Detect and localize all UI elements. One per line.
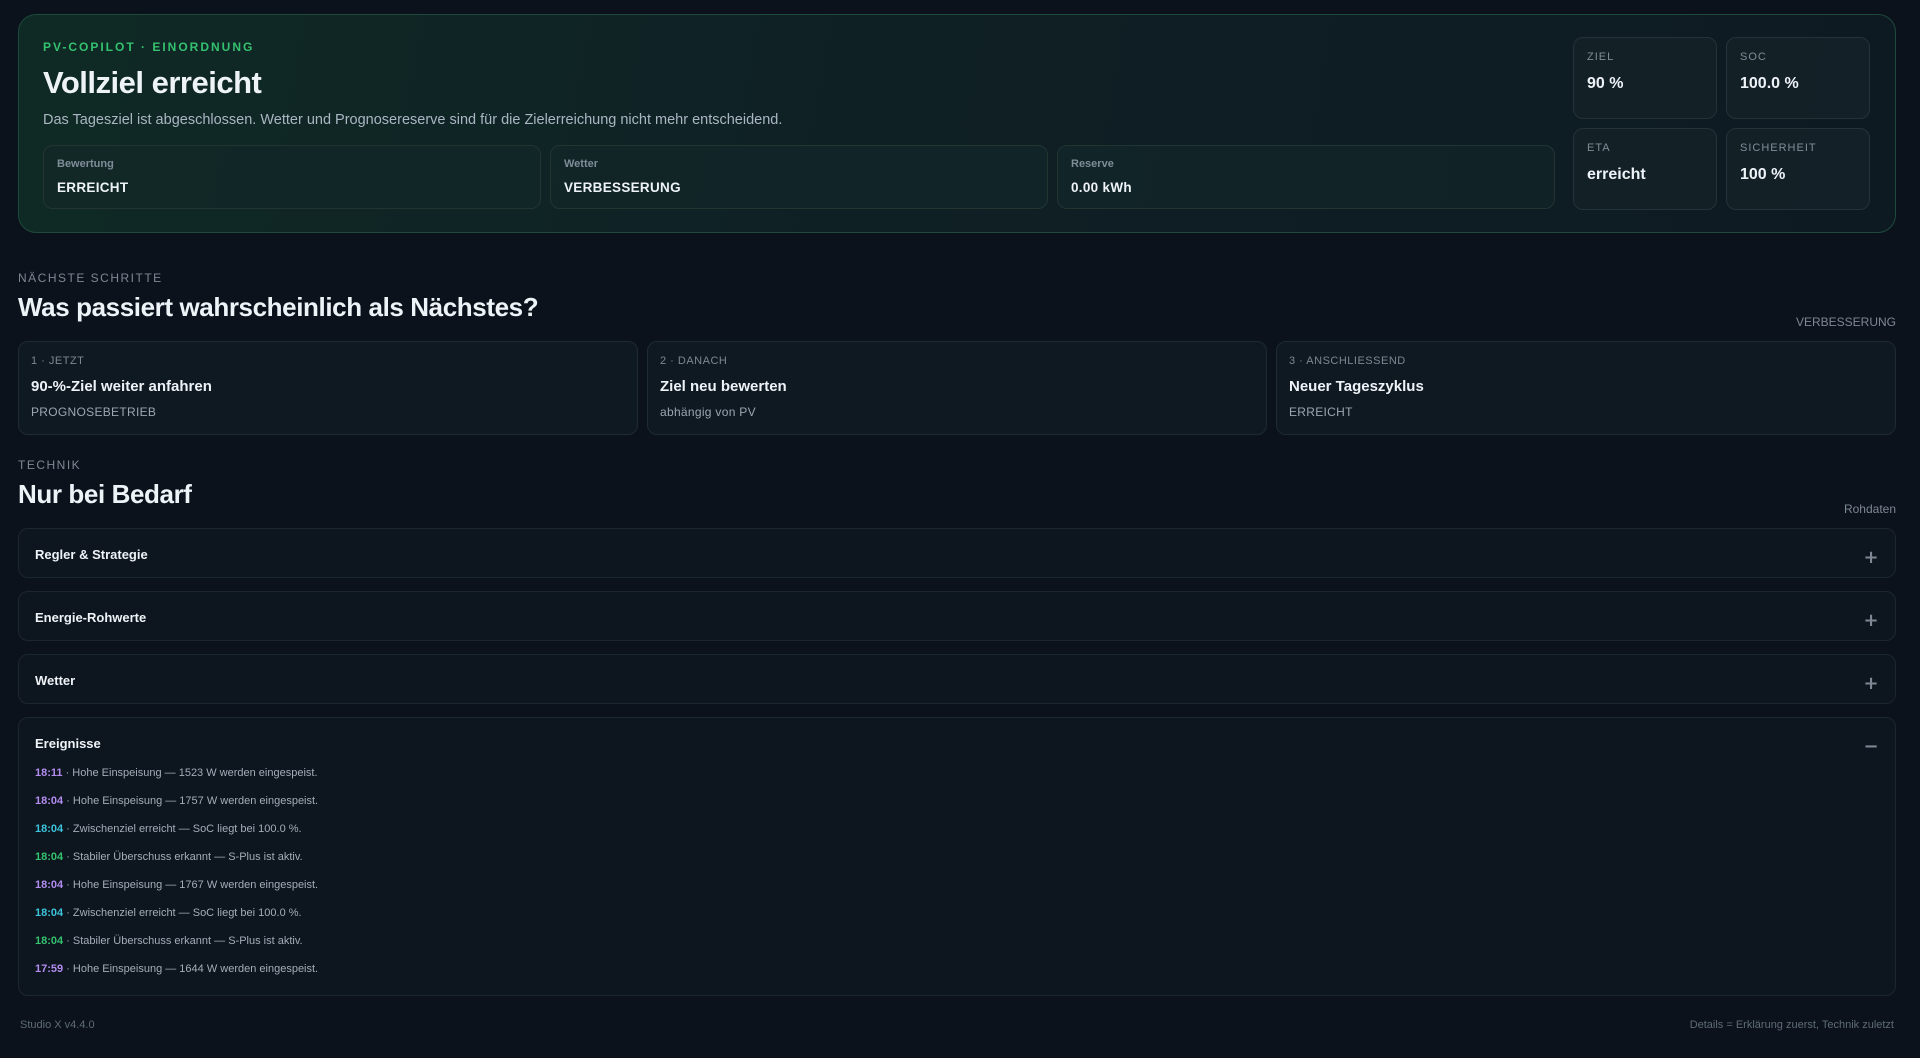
event-time: 17:59 xyxy=(35,963,64,975)
section-title: Nur bei Bedarf xyxy=(18,479,192,509)
event-item: 18:04 · Zwischenziel erreicht — SoC lieg… xyxy=(35,822,318,850)
step-label: 3 · ANSCHLIESSEND xyxy=(1289,355,1406,367)
event-time: 18:04 xyxy=(35,879,64,891)
stat-value: 100 % xyxy=(1740,166,1786,183)
stat-sicherheit: SICHERHEIT 100 % xyxy=(1726,128,1870,210)
accordion-title: Energie-Rohwerte xyxy=(35,610,147,625)
event-text: · Zwischenziel erreicht — SoC liegt bei … xyxy=(63,823,302,835)
stat-ziel: ZIEL 90 % xyxy=(1573,37,1717,119)
stat-label: ZIEL xyxy=(1587,51,1615,63)
event-text: · Hohe Einspeisung — 1767 W werden einge… xyxy=(63,879,319,891)
event-item: 18:04 · Hohe Einspeisung — 1767 W werden… xyxy=(35,878,318,906)
hero-title: Vollziel erreicht xyxy=(43,65,262,100)
event-item: 18:11 · Hohe Einspeisung — 1523 W werden… xyxy=(35,766,318,794)
metric-value: VERBESSERUNG xyxy=(564,180,681,195)
event-item: 18:04 · Stabiler Überschuss erkannt — S-… xyxy=(35,934,318,962)
event-text: · Hohe Einspeisung — 1644 W werden einge… xyxy=(63,963,319,975)
event-time: 18:04 xyxy=(35,907,64,919)
event-item: 18:04 · Zwischenziel erreicht — SoC lieg… xyxy=(35,906,318,934)
expand-icon[interactable]: + xyxy=(1861,611,1881,631)
section-kicker: NÄCHSTE SCHRITTE xyxy=(18,271,163,285)
metric-value: 0.00 kWh xyxy=(1071,180,1132,195)
expand-icon[interactable]: + xyxy=(1861,674,1881,694)
stat-value: 100.0 % xyxy=(1740,75,1799,92)
event-text: · Hohe Einspeisung — 1757 W werden einge… xyxy=(63,795,319,807)
metric-label: Reserve xyxy=(1071,158,1114,170)
stat-label: ETA xyxy=(1587,142,1611,154)
collapse-icon[interactable]: − xyxy=(1861,737,1881,757)
accordion-title: Regler & Strategie xyxy=(35,547,148,562)
weather-trend-badge: VERBESSERUNG xyxy=(1795,315,1896,329)
accordion-wetter[interactable]: Wetter + xyxy=(18,654,1896,704)
stat-eta: ETA erreicht xyxy=(1573,128,1717,210)
event-time: 18:11 xyxy=(35,767,63,779)
hero-kicker: PV-COPILOT · EINORDNUNG xyxy=(43,40,255,54)
step-card-now: 1 · JETZT 90-%-Ziel weiter anfahren PROG… xyxy=(18,341,638,435)
hero-description: Das Tagesziel ist abgeschlossen. Wetter … xyxy=(43,112,783,128)
status-hero-card: PV-COPILOT · EINORDNUNG Vollziel erreich… xyxy=(18,14,1896,233)
accordion-regler-strategie[interactable]: Regler & Strategie + xyxy=(18,528,1896,578)
next-steps-header: NÄCHSTE SCHRITTE Was passiert wahrschein… xyxy=(18,271,1896,341)
technik-header: TECHNIK Nur bei Bedarf Rohdaten xyxy=(18,458,1896,528)
stat-label: SICHERHEIT xyxy=(1740,142,1817,154)
footer-hint: Details = Erklärung zuerst, Technik zule… xyxy=(1689,1019,1894,1031)
metric-label: Wetter xyxy=(564,158,599,170)
event-item: 17:59 · Hohe Einspeisung — 1644 W werden… xyxy=(35,962,318,990)
event-text: · Zwischenziel erreicht — SoC liegt bei … xyxy=(63,907,302,919)
step-title: 90-%-Ziel weiter anfahren xyxy=(31,378,212,395)
event-item: 18:04 · Stabiler Überschuss erkannt — S-… xyxy=(35,850,318,878)
event-log: 18:11 · Hohe Einspeisung — 1523 W werden… xyxy=(35,766,318,990)
step-card-then: 2 · DANACH Ziel neu bewerten abhängig vo… xyxy=(647,341,1267,435)
event-time: 18:04 xyxy=(35,935,64,947)
section-title: Was passiert wahrscheinlich als Nächstes… xyxy=(18,292,539,322)
accordion-ereignisse[interactable]: Ereignisse − 18:11 · Hohe Einspeisung — … xyxy=(18,717,1896,996)
step-label: 1 · JETZT xyxy=(31,355,85,367)
accordion-title: Ereignisse xyxy=(35,736,101,751)
expand-icon[interactable]: + xyxy=(1861,548,1881,568)
event-item: 18:04 · Hohe Einspeisung — 1757 W werden… xyxy=(35,794,318,822)
step-subtitle: PROGNOSEBETRIEB xyxy=(31,405,157,419)
accordion-energie-rohwerte[interactable]: Energie-Rohwerte + xyxy=(18,591,1896,641)
stat-grid: ZIEL 90 % SOC 100.0 % ETA erreicht SICHE… xyxy=(1573,37,1870,210)
stat-soc: SOC 100.0 % xyxy=(1726,37,1870,119)
event-time: 18:04 xyxy=(35,795,64,807)
metric-value: ERREICHT xyxy=(57,180,129,195)
hero-metrics: Bewertung ERREICHT Wetter VERBESSERUNG R… xyxy=(43,145,1555,209)
next-steps-list: 1 · JETZT 90-%-Ziel weiter anfahren PROG… xyxy=(18,341,1896,435)
metric-reserve: Reserve 0.00 kWh xyxy=(1057,145,1555,209)
step-label: 2 · DANACH xyxy=(660,355,728,367)
event-text: · Hohe Einspeisung — 1523 W werden einge… xyxy=(62,767,318,779)
event-time: 18:04 xyxy=(35,851,64,863)
stat-value: erreicht xyxy=(1587,166,1646,183)
step-card-after: 3 · ANSCHLIESSEND Neuer Tageszyklus ERRE… xyxy=(1276,341,1896,435)
step-title: Ziel neu bewerten xyxy=(660,378,787,395)
event-text: · Stabiler Überschuss erkannt — S-Plus i… xyxy=(63,935,303,947)
metric-bewertung: Bewertung ERREICHT xyxy=(43,145,541,209)
metric-label: Bewertung xyxy=(57,158,114,170)
accordion-title: Wetter xyxy=(35,673,76,688)
step-subtitle: ERREICHT xyxy=(1289,405,1353,419)
step-title: Neuer Tageszyklus xyxy=(1289,378,1424,395)
step-subtitle: abhängig von PV xyxy=(660,405,756,419)
app-version: Studio X v4.4.0 xyxy=(20,1019,95,1031)
stat-label: SOC xyxy=(1740,51,1767,63)
event-text: · Stabiler Überschuss erkannt — S-Plus i… xyxy=(63,851,303,863)
dashboard: PV-COPILOT · EINORDNUNG Vollziel erreich… xyxy=(18,14,1896,996)
stat-value: 90 % xyxy=(1587,75,1624,92)
raw-data-label: Rohdaten xyxy=(1843,502,1896,516)
metric-wetter: Wetter VERBESSERUNG xyxy=(550,145,1048,209)
event-time: 18:04 xyxy=(35,823,64,835)
section-kicker: TECHNIK xyxy=(18,458,82,472)
